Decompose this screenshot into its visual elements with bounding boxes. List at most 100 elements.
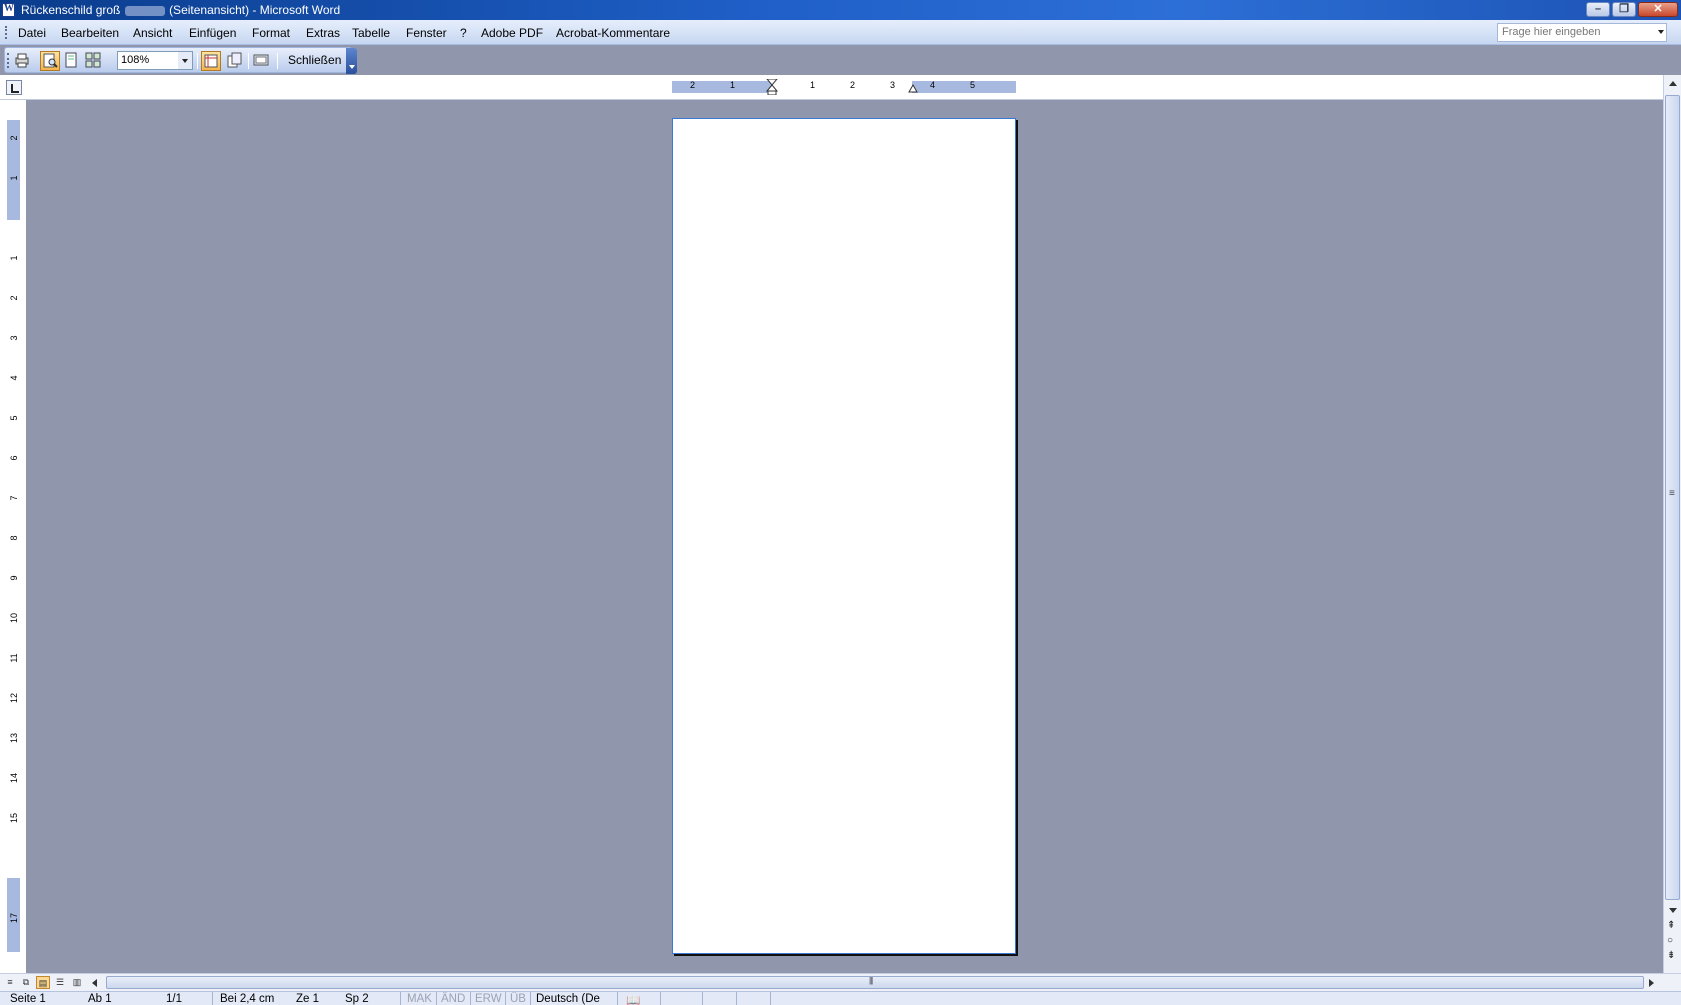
minimize-button[interactable]: – <box>1586 2 1610 17</box>
shrink-to-fit-button[interactable] <box>225 51 245 71</box>
ruler-tick-label: 13 <box>9 733 19 744</box>
status-divider <box>400 992 401 1005</box>
one-page-button[interactable] <box>62 51 82 71</box>
next-page-icon[interactable]: ⇟ <box>1667 950 1675 961</box>
toolbar-options-button[interactable] <box>346 48 357 74</box>
horizontal-scrollbar[interactable]: ≡ ⧉ ▤ ☰ ▥ <box>0 973 1681 991</box>
menu-tabelle[interactable]: Tabelle <box>352 26 390 40</box>
ruler-tick-label: 11 <box>9 653 19 663</box>
ruler-tick-label: 8 <box>9 535 19 541</box>
tab-selector-button[interactable] <box>6 80 22 95</box>
vertical-scrollbar[interactable]: ⇞ ○ ⇟ <box>1663 75 1681 975</box>
status-extend[interactable]: ERW <box>475 993 502 1005</box>
status-divider <box>470 992 471 1005</box>
ruler-tick-label: 2 <box>9 135 19 141</box>
document-name: Rückenschild groß <box>21 3 121 17</box>
ruler-tick-label: 1 <box>810 80 816 90</box>
status-divider <box>770 992 771 1005</box>
menu-format[interactable]: Format <box>252 26 290 40</box>
menu-adobe-pdf[interactable]: Adobe PDF <box>481 26 543 40</box>
ask-question-input[interactable]: Frage hier eingeben <box>1497 23 1667 42</box>
ruler-tick-label: 1 <box>9 255 19 261</box>
status-overtype[interactable]: ÜB <box>510 993 526 1005</box>
ruler-tick-label: 7 <box>9 495 19 501</box>
menu-ansicht[interactable]: Ansicht <box>133 26 172 40</box>
scroll-left-icon[interactable] <box>92 979 97 987</box>
status-bar: Seite 1 Ab 1 1/1 Bei 2,4 cm Ze 1 Sp 2 MA… <box>0 991 1681 1005</box>
web-layout-view-icon[interactable]: ⧉ <box>19 976 33 989</box>
outline-view-icon[interactable]: ☰ <box>53 976 67 989</box>
status-divider <box>505 992 506 1005</box>
multiple-pages-button[interactable] <box>84 51 104 71</box>
zoom-value: 108% <box>121 54 150 66</box>
ruler-tick-label: 12 <box>9 693 19 704</box>
ruler-tick-label: 1 <box>730 80 736 90</box>
zoom-select[interactable]: 108% <box>117 51 193 70</box>
print-layout-view-icon[interactable]: ▤ <box>36 976 50 989</box>
status-macro-recorder[interactable]: MAK <box>407 993 432 1005</box>
ruler-tick-label: 10 <box>9 613 19 624</box>
spelling-status-icon[interactable]: 📖 <box>626 993 640 1005</box>
print-button[interactable] <box>13 51 33 71</box>
menu-extras[interactable]: Extras <box>306 26 340 40</box>
menu-bar: Datei Bearbeiten Ansicht Einfügen Format… <box>0 20 1681 45</box>
close-window-button[interactable]: ✕ <box>1638 2 1678 17</box>
window-title: Rückenschild groß (Seitenansicht) - Micr… <box>21 3 340 17</box>
ruler-tick-label: 4 <box>930 80 936 90</box>
vertical-scroll-thumb[interactable] <box>1665 95 1680 900</box>
ruler-tick-label: 2 <box>850 80 856 90</box>
ruler-tick-label: 6 <box>9 455 19 461</box>
chevron-down-icon[interactable] <box>178 52 192 69</box>
view-ruler-button[interactable] <box>201 51 221 71</box>
menu-datei[interactable]: Datei <box>18 26 46 40</box>
toolbar-grip[interactable] <box>7 53 9 68</box>
menu-einfuegen[interactable]: Einfügen <box>189 26 236 40</box>
print-icon <box>15 53 29 68</box>
status-language[interactable]: Deutsch (De <box>536 993 600 1005</box>
document-page[interactable] <box>672 118 1016 954</box>
scroll-down-icon[interactable] <box>1669 908 1677 913</box>
ruler-margin-right <box>912 81 1016 93</box>
ruler-margin-left <box>672 81 772 93</box>
vertical-ruler[interactable]: 2 1 1 2 3 4 5 6 7 8 9 10 11 12 13 14 15 … <box>7 120 20 952</box>
ruler-tick-label: 3 <box>890 80 896 90</box>
shrink-to-fit-icon <box>227 52 242 68</box>
ruler-tick-label: 9 <box>9 575 19 581</box>
full-screen-button[interactable] <box>252 51 272 71</box>
scroll-up-icon[interactable] <box>1669 81 1677 86</box>
normal-view-icon[interactable]: ≡ <box>3 976 17 989</box>
view-ruler-icon <box>204 54 218 68</box>
horizontal-scroll-thumb[interactable] <box>106 976 1644 989</box>
menu-fenster[interactable]: Fenster <box>406 26 447 40</box>
indent-marker-icon[interactable] <box>766 79 778 95</box>
status-track-changes[interactable]: ÄND <box>441 993 465 1005</box>
magnifier-icon <box>43 53 58 68</box>
status-divider <box>212 992 213 1005</box>
restore-button[interactable]: ❐ <box>1612 2 1636 17</box>
status-position: Bei 2,4 cm <box>220 993 275 1005</box>
previous-page-icon[interactable]: ⇞ <box>1667 920 1675 931</box>
menu-bar-grip[interactable] <box>5 26 7 39</box>
toolbar-separator <box>248 53 249 69</box>
ruler-tick-label: 4 <box>9 375 19 381</box>
full-screen-icon <box>253 54 269 66</box>
scroll-right-icon[interactable] <box>1649 979 1654 987</box>
status-divider <box>702 992 703 1005</box>
ruler-tick-label: 2 <box>9 295 19 301</box>
menu-help[interactable]: ? <box>460 26 467 40</box>
right-indent-marker-icon[interactable] <box>908 80 918 93</box>
select-browse-object-icon[interactable]: ○ <box>1667 935 1673 946</box>
ruler-tick-label: 1 <box>9 175 19 181</box>
magnifier-button[interactable] <box>40 51 60 71</box>
horizontal-ruler[interactable]: 2 1 1 2 3 4 5 <box>672 79 1016 95</box>
menu-acrobat-kommentare[interactable]: Acrobat-Kommentare <box>556 26 670 40</box>
toolbar-separator <box>197 53 198 69</box>
one-page-icon <box>65 52 77 68</box>
reading-layout-view-icon[interactable]: ▥ <box>70 976 84 989</box>
menu-bearbeiten[interactable]: Bearbeiten <box>61 26 119 40</box>
window-title-suffix: (Seitenansicht) - Microsoft Word <box>169 3 341 17</box>
close-preview-button[interactable]: Schließen <box>284 51 345 71</box>
ruler-tick-label: 5 <box>970 80 976 90</box>
chevron-down-icon[interactable] <box>1658 30 1664 34</box>
word-app-icon[interactable] <box>2 3 15 17</box>
